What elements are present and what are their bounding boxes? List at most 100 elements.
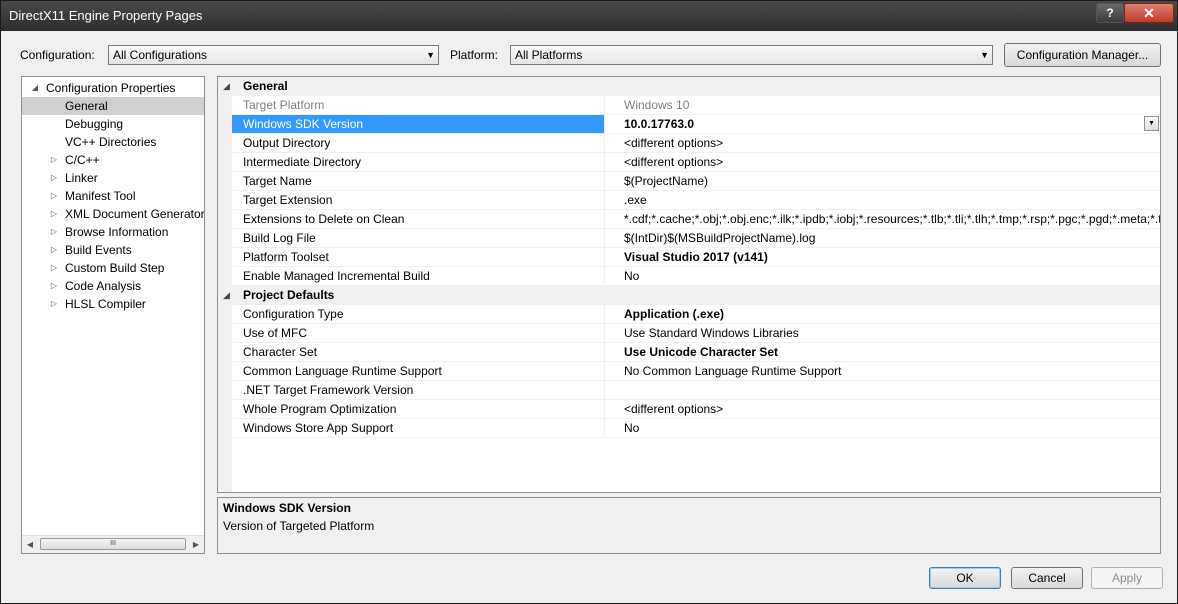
tree-item[interactable]: ▷ Linker (22, 169, 204, 187)
property-row[interactable]: Character Set Use Unicode Character Set (232, 343, 1160, 362)
property-value[interactable]: Windows 10 (604, 96, 1160, 114)
tree-item[interactable]: Debugging (22, 115, 204, 133)
property-row[interactable]: .NET Target Framework Version (232, 381, 1160, 400)
property-value-text: Windows 10 (624, 98, 690, 112)
tree-item[interactable]: ▷ XML Document Generator (22, 205, 204, 223)
collapsed-arrow-icon[interactable]: ▷ (49, 277, 59, 295)
property-value[interactable] (604, 381, 1160, 399)
property-name: Build Log File (243, 231, 316, 245)
property-name: Target Extension (243, 193, 333, 207)
ok-button[interactable]: OK (929, 567, 1001, 589)
collapsed-arrow-icon[interactable]: ▷ (49, 187, 59, 205)
property-value[interactable]: $(IntDir)$(MSBuildProjectName).log (604, 229, 1160, 247)
tree-item[interactable]: ▷ Manifest Tool (22, 187, 204, 205)
property-value[interactable]: .exe (604, 191, 1160, 209)
tree-item[interactable]: ▷ C/C++ (22, 151, 204, 169)
property-value[interactable]: <different options> (604, 153, 1160, 171)
property-value-text: Use Standard Windows Libraries (624, 326, 799, 340)
platform-combo[interactable]: All Platforms ▼ (510, 45, 993, 65)
property-row[interactable]: Build Log File $(IntDir)$(MSBuildProjectN… (232, 229, 1160, 248)
grid-category[interactable]: ◢ Project Defaults (218, 286, 1160, 305)
property-value[interactable]: Use Unicode Character Set (604, 343, 1160, 361)
expanded-arrow-icon[interactable]: ◢ (30, 79, 40, 97)
tree-item-label: Custom Build Step (65, 261, 165, 275)
property-name: Character Set (243, 345, 318, 359)
property-row[interactable]: Configuration Type Application (.exe) (232, 305, 1160, 324)
apply-button[interactable]: Apply (1091, 567, 1163, 589)
configuration-manager-button[interactable]: Configuration Manager... (1004, 43, 1161, 67)
property-value[interactable]: <different options> (604, 134, 1160, 152)
collapsed-arrow-icon[interactable]: ▷ (49, 295, 59, 313)
tree-item-label: Code Analysis (65, 279, 142, 293)
property-row[interactable]: Intermediate Directory <different options… (232, 153, 1160, 172)
tree-item[interactable]: ▷ Build Events (22, 241, 204, 259)
help-button[interactable]: ? (1096, 3, 1124, 23)
property-name: Windows SDK Version (232, 115, 604, 133)
property-value[interactable]: 10.0.17763.0 ▼ (604, 115, 1160, 133)
property-name: Intermediate Directory (243, 155, 362, 169)
tree-item[interactable]: ▷ Custom Build Step (22, 259, 204, 277)
property-row[interactable]: Windows SDK Version 10.0.17763.0 ▼ (232, 115, 1160, 134)
close-button[interactable]: ✕ (1124, 3, 1174, 23)
collapsed-arrow-icon[interactable]: ▷ (49, 205, 59, 223)
chevron-down-icon: ▼ (980, 50, 989, 60)
configuration-combo[interactable]: All Configurations ▼ (108, 45, 439, 65)
tree-item[interactable]: VC++ Directories (22, 133, 204, 151)
property-value[interactable]: Use Standard Windows Libraries (604, 324, 1160, 342)
collapsed-arrow-icon[interactable]: ▷ (49, 223, 59, 241)
property-value[interactable]: No (604, 419, 1160, 437)
property-row[interactable]: Windows Store App Support No (232, 419, 1160, 438)
tree-item[interactable]: General (22, 97, 204, 115)
property-value[interactable]: *.cdf;*.cache;*.obj;*.obj.enc;*.ilk;*.ip… (604, 210, 1160, 228)
scroll-right-icon[interactable]: ▶ (188, 536, 204, 553)
property-value-text: <different options> (624, 136, 724, 150)
property-row[interactable]: Enable Managed Incremental Build No (232, 267, 1160, 286)
collapsed-arrow-icon[interactable]: ▷ (49, 169, 59, 187)
property-name: Whole Program Optimization (243, 402, 397, 416)
tree-item-label: Build Events (65, 243, 132, 257)
dropdown-arrow-icon[interactable]: ▼ (1144, 116, 1159, 131)
property-name: Target Platform (243, 98, 325, 112)
expanded-arrow-icon[interactable]: ◢ (223, 77, 230, 96)
property-row[interactable]: Output Directory <different options> (232, 134, 1160, 153)
property-row[interactable]: Common Language Runtime Support No Common… (232, 362, 1160, 381)
expanded-arrow-icon[interactable]: ◢ (223, 286, 230, 305)
title-bar[interactable]: DirectX11 Engine Property Pages ? ✕ (1, 1, 1177, 31)
tree-item[interactable]: ▷ Browse Information (22, 223, 204, 241)
property-value[interactable]: <different options> (604, 400, 1160, 418)
window-title: DirectX11 Engine Property Pages (9, 8, 203, 23)
property-value[interactable]: Application (.exe) (604, 305, 1160, 323)
property-row[interactable]: Whole Program Optimization <different opt… (232, 400, 1160, 419)
property-row[interactable]: Target Extension .exe (232, 191, 1160, 210)
collapsed-arrow-icon[interactable]: ▷ (49, 259, 59, 277)
property-value-text: No (624, 269, 640, 283)
property-row[interactable]: Extensions to Delete on Clean *.cdf;*.cac… (232, 210, 1160, 229)
tree-item-label: XML Document Generator (65, 207, 205, 221)
grid-category-label: Project Defaults (243, 288, 335, 302)
grid-category[interactable]: ◢ General (218, 77, 1160, 96)
tree-item-label: Linker (65, 171, 98, 185)
property-row[interactable]: Use of MFC Use Standard Windows Libraries (232, 324, 1160, 343)
collapsed-arrow-icon[interactable]: ▷ (49, 241, 59, 259)
cancel-button[interactable]: Cancel (1011, 567, 1083, 589)
property-name: Use of MFC (243, 326, 308, 340)
property-value[interactable]: $(ProjectName) (604, 172, 1160, 190)
tree-item[interactable]: ◢ Configuration Properties (22, 79, 204, 97)
property-row[interactable]: Platform Toolset Visual Studio 2017 (v141… (232, 248, 1160, 267)
property-row[interactable]: Target Name $(ProjectName) (232, 172, 1160, 191)
tree-item[interactable]: ▷ HLSL Compiler (22, 295, 204, 313)
tree-horizontal-scrollbar[interactable]: ◀ III ▶ (22, 535, 204, 553)
property-value[interactable]: No (604, 267, 1160, 285)
dialog-client: Configuration: All Configurations ▼ Plat… (8, 31, 1170, 598)
property-name: Extensions to Delete on Clean (243, 212, 405, 226)
scroll-left-icon[interactable]: ◀ (22, 536, 38, 553)
property-value[interactable]: Visual Studio 2017 (v141) (604, 248, 1160, 266)
tree-item[interactable]: ▷ Code Analysis (22, 277, 204, 295)
tree-item-label: C/C++ (65, 153, 100, 167)
collapsed-arrow-icon[interactable]: ▷ (49, 151, 59, 169)
property-value-text: <different options> (624, 155, 724, 169)
property-name: Output Directory (243, 136, 331, 150)
property-value[interactable]: No Common Language Runtime Support (604, 362, 1160, 380)
scrollbar-thumb[interactable]: III (40, 538, 186, 550)
property-row[interactable]: Target Platform Windows 10 (232, 96, 1160, 115)
